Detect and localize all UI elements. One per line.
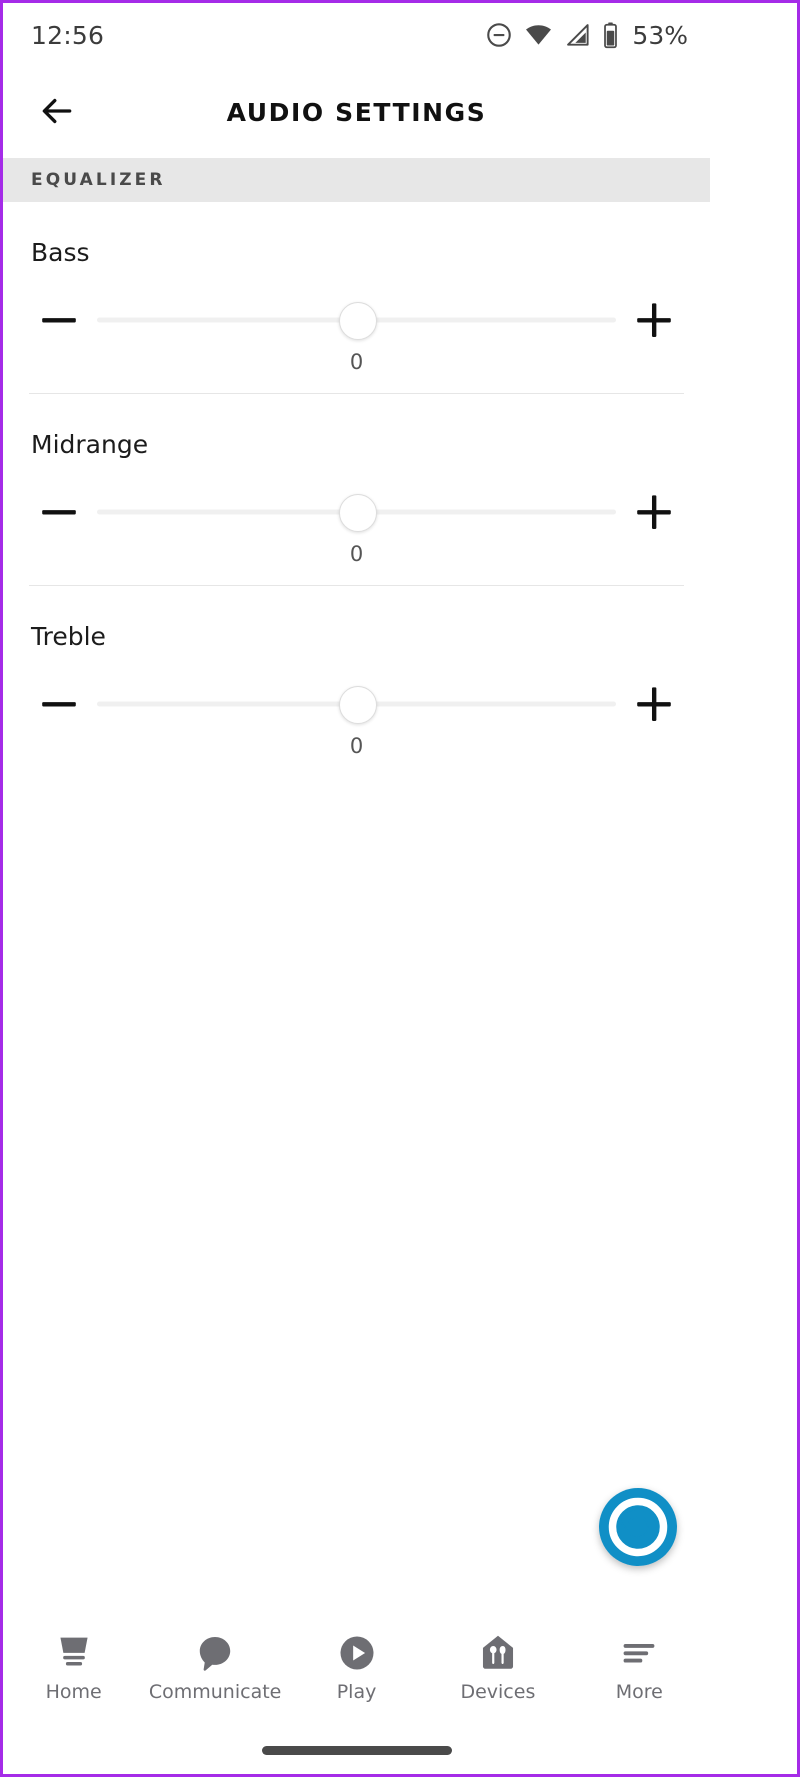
system-gesture-bar bbox=[3, 1727, 710, 1774]
treble-value-label: 0 bbox=[349, 734, 364, 758]
increase-bass-button[interactable] bbox=[626, 292, 682, 348]
section-header-equalizer: EQUALIZER bbox=[3, 158, 710, 202]
battery-icon bbox=[602, 21, 619, 49]
nav-item-more[interactable]: More bbox=[569, 1623, 710, 1703]
treble-track-area[interactable]: 0 bbox=[97, 676, 616, 758]
app-header: AUDIO SETTINGS bbox=[3, 67, 710, 158]
nav-item-devices[interactable]: Devices bbox=[427, 1623, 568, 1703]
home-icon bbox=[52, 1629, 96, 1677]
eq-label-midrange: Midrange bbox=[31, 430, 149, 459]
eq-slider-bass: 0 bbox=[3, 283, 710, 374]
more-menu-icon bbox=[617, 1629, 661, 1677]
app-screen: 12:56 53% AUDIO SETTINGS EQUALIZER Bass … bbox=[3, 3, 710, 1774]
page-title: AUDIO SETTINGS bbox=[226, 98, 487, 127]
eq-slider-treble: 0 bbox=[3, 667, 710, 758]
nav-label-devices: Devices bbox=[460, 1681, 536, 1703]
eq-label-bass: Bass bbox=[31, 238, 90, 267]
wifi-icon bbox=[524, 21, 553, 49]
nav-item-play[interactable]: Play bbox=[286, 1623, 427, 1703]
eq-row-bass: Bass 0 bbox=[3, 202, 710, 394]
alexa-icon bbox=[599, 1488, 677, 1566]
nav-item-home[interactable]: Home bbox=[3, 1623, 144, 1703]
bottom-navigation: Home Communicate Play Devices More bbox=[3, 1623, 710, 1727]
phone-screenshot: 12:56 53% AUDIO SETTINGS EQUALIZER Bass … bbox=[0, 0, 800, 1777]
treble-thumb[interactable] bbox=[338, 686, 377, 724]
back-button[interactable] bbox=[29, 85, 85, 141]
eq-row-treble: Treble 0 bbox=[3, 586, 710, 758]
equalizer-list: Bass 0 Midrange 0 Treble 0 bbox=[3, 202, 710, 758]
nav-item-communicate[interactable]: Communicate bbox=[144, 1623, 285, 1703]
eq-slider-midrange: 0 bbox=[3, 475, 710, 566]
do-not-disturb-icon bbox=[485, 21, 513, 49]
increase-treble-button[interactable] bbox=[626, 676, 682, 732]
increase-midrange-button[interactable] bbox=[626, 484, 682, 540]
alexa-button[interactable] bbox=[599, 1488, 677, 1566]
eq-row-midrange: Midrange 0 bbox=[3, 394, 710, 586]
nav-label-play: Play bbox=[336, 1681, 377, 1703]
bass-thumb[interactable] bbox=[338, 302, 377, 340]
bass-value-label: 0 bbox=[349, 350, 364, 374]
minus-icon bbox=[42, 510, 76, 515]
status-bar: 12:56 53% bbox=[3, 3, 710, 67]
decrease-midrange-button[interactable] bbox=[31, 484, 87, 540]
cellular-signal-icon bbox=[564, 21, 591, 49]
gesture-pill[interactable] bbox=[261, 1746, 452, 1755]
decrease-treble-button[interactable] bbox=[31, 676, 87, 732]
nav-label-communicate: Communicate bbox=[148, 1681, 282, 1703]
plus-icon bbox=[637, 687, 671, 721]
devices-house-icon bbox=[476, 1629, 520, 1677]
section-header-label: EQUALIZER bbox=[31, 170, 166, 190]
midrange-value-label: 0 bbox=[349, 542, 364, 566]
play-circle-icon bbox=[335, 1629, 379, 1677]
minus-icon bbox=[42, 318, 76, 323]
midrange-track-area[interactable]: 0 bbox=[97, 484, 616, 566]
status-clock: 12:56 bbox=[31, 20, 105, 50]
bass-track-area[interactable]: 0 bbox=[97, 292, 616, 374]
midrange-thumb[interactable] bbox=[338, 494, 377, 532]
status-icons: 53% bbox=[485, 21, 688, 50]
decrease-bass-button[interactable] bbox=[31, 292, 87, 348]
minus-icon bbox=[42, 702, 76, 707]
plus-icon bbox=[637, 303, 671, 337]
battery-percent-label: 53% bbox=[632, 20, 688, 50]
plus-icon bbox=[637, 495, 671, 529]
back-arrow-icon bbox=[38, 92, 76, 134]
nav-label-home: Home bbox=[45, 1681, 102, 1703]
nav-label-more: More bbox=[615, 1681, 663, 1703]
eq-label-treble: Treble bbox=[31, 622, 106, 651]
speech-bubble-icon bbox=[193, 1629, 237, 1677]
